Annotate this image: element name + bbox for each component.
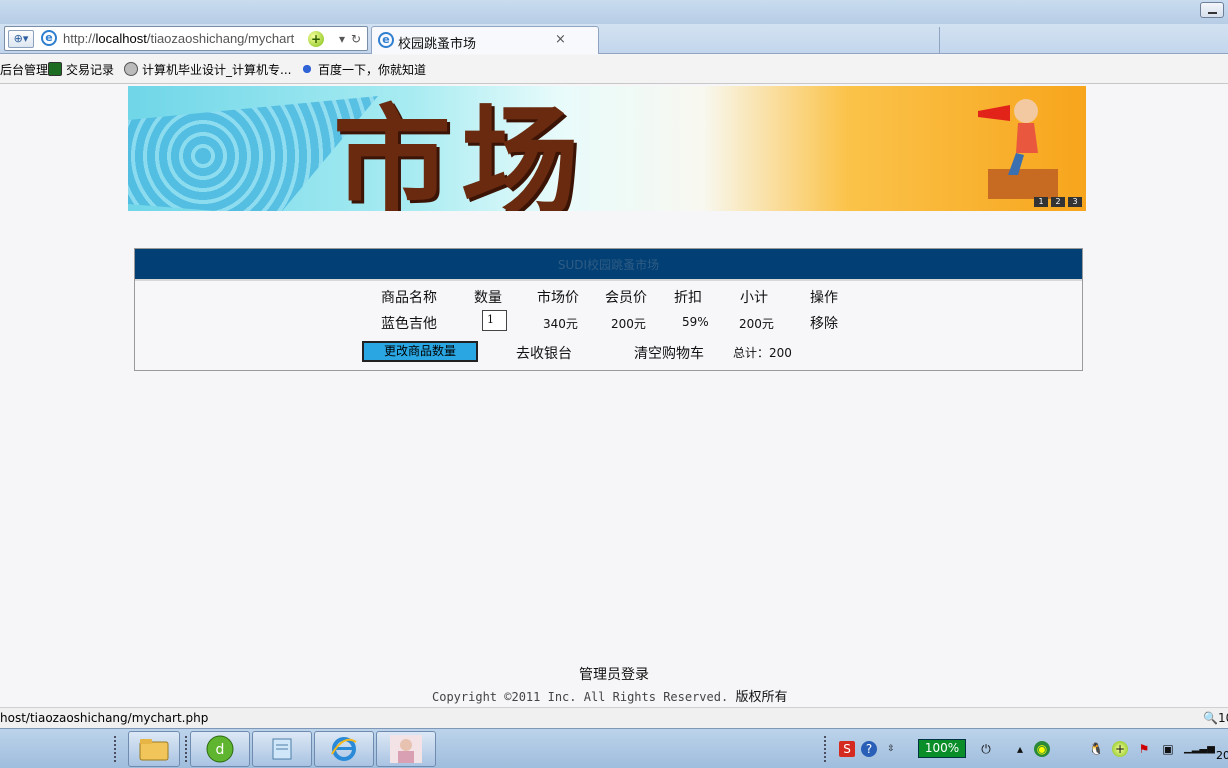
status-url: host/tiaozaoshichang/mychart.php: [0, 711, 209, 725]
taskbar-explorer[interactable]: [128, 731, 180, 767]
remove-item-link[interactable]: 移除: [810, 313, 838, 333]
input-options-icon[interactable]: ⇳: [883, 741, 899, 757]
megaphone-figure-illustration: [978, 99, 1058, 199]
taskbar-grip[interactable]: [113, 735, 117, 763]
banner-title: 市场: [333, 92, 590, 211]
fav-admin[interactable]: 后台管理: [0, 61, 48, 78]
system-tray: 100% ⏻ ▴ ◉ 🐧 + ⚑ ▣ ▁▂▃▅: [904, 729, 1228, 768]
cart-total: 总计：200: [733, 346, 792, 360]
column-header-subtotal: 小计: [740, 290, 768, 306]
baidu-paw-icon: [300, 62, 314, 76]
copyright-cn: 版权所有: [735, 690, 788, 705]
slide-indicator[interactable]: 2: [1051, 197, 1065, 207]
clear-cart-link[interactable]: 清空购物车: [634, 343, 704, 363]
new-tab-button[interactable]: [939, 27, 971, 54]
taskbar-notepad[interactable]: [252, 731, 312, 767]
windows-taskbar: d S ? ⇳ 100% ⏻ ▴ ◉ 🐧 + ⚑ ▣ ▁▂▃▅ 20: [0, 728, 1228, 768]
item-name: 蓝色吉他: [381, 316, 437, 332]
folder-icon: [139, 739, 169, 761]
help-icon[interactable]: ?: [861, 741, 877, 757]
site-icon: [124, 62, 138, 76]
admin-login-label: 管理员登录: [579, 667, 649, 683]
slide-indicator[interactable]: 1: [1034, 197, 1048, 207]
item-subtotal: 200元: [739, 317, 774, 331]
security-plus-icon[interactable]: +: [1112, 741, 1128, 757]
svg-text:d: d: [216, 742, 225, 758]
browser-tabbar: ⊕▾ e http://localhost/tiaozaoshichang/my…: [0, 24, 1228, 54]
taskbar-grip[interactable]: [823, 735, 827, 763]
checkout-link[interactable]: 去收银台: [516, 343, 572, 363]
fav-label: 后台管理: [0, 63, 49, 77]
qq-penguin-icon[interactable]: 🐧: [1088, 741, 1104, 757]
browser-statusbar: host/tiaozaoshichang/mychart.php 🔍10: [0, 707, 1228, 728]
quantity-input[interactable]: 1: [482, 310, 507, 331]
slide-indicator[interactable]: 3: [1068, 197, 1082, 207]
item-market-price: 340元: [543, 317, 578, 331]
zoom-level[interactable]: 🔍10: [1203, 711, 1228, 725]
internet-explorer-icon: [331, 737, 357, 761]
taskbar-grip[interactable]: [184, 735, 188, 763]
clock-time[interactable]: 20: [1216, 749, 1228, 762]
minimize-button[interactable]: [1200, 2, 1224, 18]
item-discount: 59%: [682, 315, 709, 329]
zoom-icon: 🔍: [1203, 711, 1218, 725]
column-header-member-price: 会员价: [605, 290, 647, 306]
fav-label: 交易记录: [66, 63, 115, 77]
signal-strength-icon[interactable]: ▁▂▃▅: [1184, 741, 1215, 757]
fav-graduation-design[interactable]: 计算机毕业设计_计算机专...: [124, 61, 291, 78]
cart-header: SUDI校园跳蚤市场: [135, 249, 1082, 281]
copyright: Copyright ©2011 Inc. All Rights Reserved…: [432, 686, 787, 705]
site-banner: 市场 1 2 3: [128, 86, 1086, 211]
column-header-action: 操作: [810, 290, 838, 306]
admin-login-link[interactable]: 管理员登录: [0, 664, 1228, 684]
battery-indicator[interactable]: 100%: [918, 739, 966, 758]
fav-label: 百度一下，你就知道: [318, 63, 427, 77]
tab-ie-icon: e: [378, 32, 394, 48]
compatibility-view-icon[interactable]: +: [308, 31, 324, 47]
update-quantity-button[interactable]: 更改商品数量: [362, 341, 478, 362]
close-tab-icon[interactable]: ×: [555, 32, 566, 47]
shopping-cart-panel: SUDI校园跳蚤市场: [134, 248, 1083, 371]
refresh-icon[interactable]: ↻: [348, 31, 364, 47]
taskbar-dreamweaver[interactable]: d: [190, 731, 250, 767]
network-globe-icon[interactable]: ◉: [1034, 741, 1050, 757]
back-dropdown-button[interactable]: ⊕▾: [8, 30, 34, 48]
ie-page-icon: e: [41, 30, 57, 46]
tab-title: 校园跳蚤市场: [398, 37, 477, 52]
tab-campus-market[interactable]: e 校园跳蚤市场 ×: [371, 26, 940, 54]
url-text[interactable]: http://localhost/tiaozaoshichang/mychart: [63, 31, 294, 46]
item-member-price: 200元: [611, 317, 646, 331]
taskbar-internet-explorer[interactable]: [314, 731, 374, 767]
photo-thumbnail-icon: [390, 735, 422, 763]
fav-label: 计算机毕业设计_计算机专...: [142, 63, 292, 77]
fav-baidu[interactable]: 百度一下，你就知道: [300, 61, 426, 78]
favorites-bar: 后台管理 交易记录 计算机毕业设计_计算机专... 百度一下，你就知道: [0, 55, 1228, 84]
taskbar-photo-viewer[interactable]: [376, 731, 436, 767]
power-plug-icon[interactable]: ⏻: [978, 741, 994, 757]
show-hidden-icons-icon[interactable]: ▴: [1012, 741, 1028, 757]
web-slice-icon: [48, 62, 62, 76]
column-header-discount: 折扣: [674, 290, 702, 306]
address-bar[interactable]: ⊕▾ e http://localhost/tiaozaoshichang/my…: [4, 26, 368, 51]
zoom-label: 10: [1217, 711, 1228, 725]
column-header-qty: 数量: [474, 290, 502, 306]
fav-trade-records[interactable]: 交易记录: [48, 61, 114, 78]
column-header-market-price: 市场价: [537, 290, 579, 306]
sogou-input-icon[interactable]: S: [839, 741, 855, 757]
banner-slide-indicators: 1 2 3: [1034, 197, 1082, 207]
dreamweaver-icon: d: [206, 735, 234, 763]
copyright-text: Copyright ©2011 Inc. All Rights Reserved…: [432, 690, 729, 704]
window-titlebar: [0, 0, 1228, 24]
column-header-name: 商品名称: [381, 290, 437, 306]
clipboard-icon[interactable]: ▣: [1160, 741, 1176, 757]
notepad-icon: [272, 738, 292, 760]
flag-alert-icon[interactable]: ⚑: [1136, 741, 1152, 757]
